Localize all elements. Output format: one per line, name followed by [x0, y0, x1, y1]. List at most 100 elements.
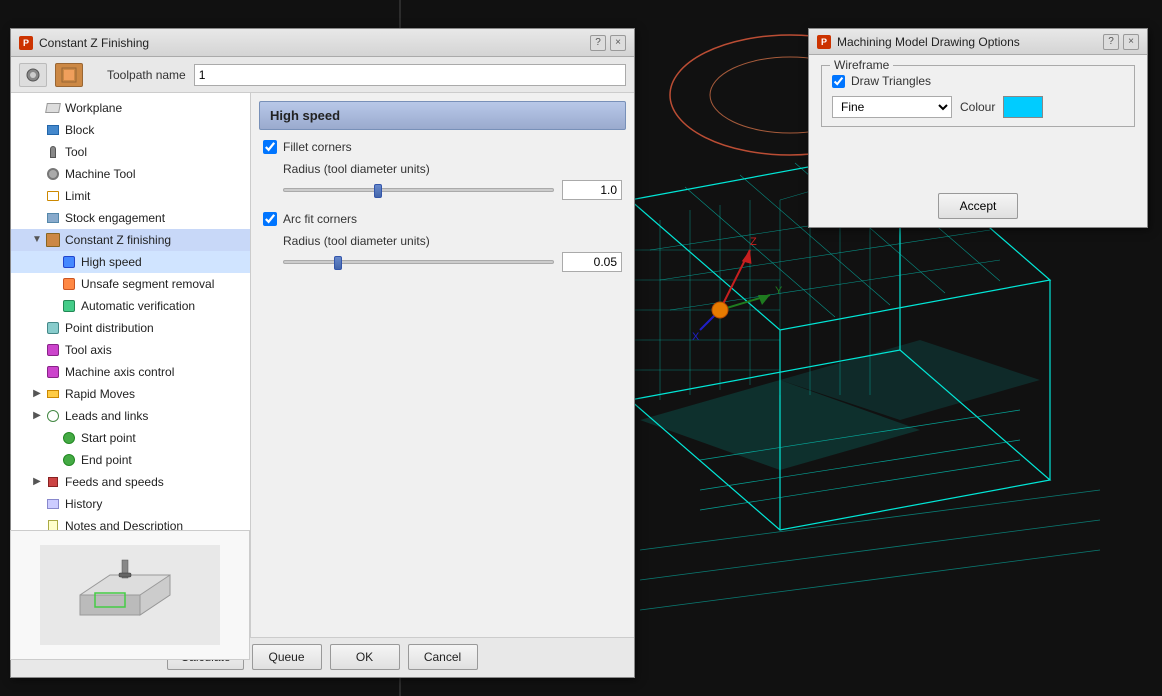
tree-limit[interactable]: Limit	[11, 185, 250, 207]
second-dialog: P Machining Model Drawing Options ? × Wi…	[808, 28, 1148, 228]
fillet-corners-checkbox[interactable]	[263, 140, 277, 154]
tree-label-high-speed: High speed	[81, 253, 142, 271]
colour-swatch[interactable]	[1003, 96, 1043, 118]
tree-label-start-point: Start point	[81, 429, 136, 447]
tree-machine-tool[interactable]: Machine Tool	[11, 163, 250, 185]
second-dialog-title: Machining Model Drawing Options	[837, 35, 1020, 49]
tree-tool-axis[interactable]: Tool axis	[11, 339, 250, 361]
arc-fit-group: Arc fit corners Radius (tool diameter un…	[259, 212, 626, 272]
expand-start-point	[47, 432, 59, 444]
slider-row-1	[263, 180, 622, 200]
tree-feeds[interactable]: ▶ Feeds and speeds	[11, 471, 250, 493]
fillet-corners-row: Fillet corners	[263, 140, 622, 154]
help-button[interactable]: ?	[590, 35, 606, 51]
tree-label-limit: Limit	[65, 187, 90, 205]
tree-label-machine-axis: Machine axis control	[65, 363, 174, 381]
tree-stock[interactable]: Stock engagement	[11, 207, 250, 229]
machine-axis-icon	[45, 365, 61, 379]
tree-block[interactable]: Block	[11, 119, 250, 141]
tree-high-speed[interactable]: High speed	[11, 251, 250, 273]
second-title-buttons: ? ×	[1103, 34, 1139, 50]
radius-slider-1[interactable]	[283, 188, 554, 192]
tree-workplane[interactable]: Workplane	[11, 97, 250, 119]
draw-triangles-label: Draw Triangles	[851, 74, 931, 88]
tree-label-tool: Tool	[65, 143, 87, 161]
auto-verify-icon	[61, 299, 77, 313]
svg-text:Z: Z	[750, 236, 757, 248]
workplane-icon	[45, 101, 61, 115]
title-left: P Constant Z Finishing	[19, 36, 149, 50]
tree-auto-verify[interactable]: Automatic verification	[11, 295, 250, 317]
tree-rapid[interactable]: ▶ Rapid Moves	[11, 383, 250, 405]
fillet-corners-group: Fillet corners Radius (tool diameter uni…	[259, 140, 626, 200]
tree-label-tool-axis: Tool axis	[65, 341, 112, 359]
tree-label-rapid: Rapid Moves	[65, 385, 135, 403]
feeds-icon	[45, 475, 61, 489]
tree-label-history: History	[65, 495, 102, 513]
slider-row-2	[263, 252, 622, 272]
unsafe-icon	[61, 277, 77, 291]
section-header: High speed	[259, 101, 626, 130]
accept-button[interactable]: Accept	[938, 193, 1018, 219]
limit-icon	[45, 189, 61, 203]
expand-tool-axis	[31, 344, 43, 356]
tree-label-constant-z: Constant Z finishing	[65, 231, 171, 249]
expand-leads[interactable]: ▶	[31, 410, 43, 422]
icon-btn-2[interactable]	[55, 63, 83, 87]
fine-select[interactable]: Fine Medium Coarse	[832, 96, 952, 118]
second-title-left: P Machining Model Drawing Options	[817, 35, 1020, 49]
icon-btn-1[interactable]	[19, 63, 47, 87]
wireframe-label: Wireframe	[830, 58, 893, 72]
second-dialog-body: Wireframe Draw Triangles Fine Medium Coa…	[809, 55, 1147, 189]
toolpath-name-input[interactable]	[194, 64, 626, 86]
tree-start-point[interactable]: Start point	[11, 427, 250, 449]
radius-label-2: Radius (tool diameter units)	[263, 234, 622, 248]
rapid-icon	[45, 387, 61, 401]
tree-constant-z[interactable]: ▼ Constant Z finishing	[11, 229, 250, 251]
close-button[interactable]: ×	[610, 35, 626, 51]
tree-unsafe[interactable]: Unsafe segment removal	[11, 273, 250, 295]
tree-history[interactable]: History	[11, 493, 250, 515]
wireframe-group: Wireframe Draw Triangles Fine Medium Coa…	[821, 65, 1135, 127]
toolpath-name-label: Toolpath name	[107, 68, 186, 82]
expand-constant-z[interactable]: ▼	[31, 234, 43, 246]
dialog-toolbar: Toolpath name	[11, 57, 634, 93]
high-speed-icon	[61, 255, 77, 269]
tree-leads[interactable]: ▶ Leads and links	[11, 405, 250, 427]
main-dialog-titlebar: P Constant Z Finishing ? ×	[11, 29, 634, 57]
expand-feeds[interactable]: ▶	[31, 476, 43, 488]
expand-tool	[31, 146, 43, 158]
expand-block	[31, 124, 43, 136]
queue-button[interactable]: Queue	[252, 644, 322, 670]
expand-stock	[31, 212, 43, 224]
cancel-button[interactable]: Cancel	[408, 644, 478, 670]
leads-icon	[45, 409, 61, 423]
expand-machine-axis	[31, 366, 43, 378]
ok-button[interactable]: OK	[330, 644, 400, 670]
tree-tool[interactable]: Tool	[11, 141, 250, 163]
tree-machine-axis[interactable]: Machine axis control	[11, 361, 250, 383]
constant-z-icon	[45, 233, 61, 247]
title-buttons: ? ×	[590, 35, 626, 51]
draw-triangles-checkbox[interactable]	[832, 75, 845, 88]
expand-high-speed	[47, 256, 59, 268]
second-help-button[interactable]: ?	[1103, 34, 1119, 50]
radius-value-2[interactable]	[562, 252, 622, 272]
tree-end-point[interactable]: End point	[11, 449, 250, 471]
expand-history	[31, 498, 43, 510]
expand-auto-verify	[47, 300, 59, 312]
expand-rapid[interactable]: ▶	[31, 388, 43, 400]
tree-point-dist[interactable]: Point distribution	[11, 317, 250, 339]
tree-label-unsafe: Unsafe segment removal	[81, 275, 214, 293]
tree-label-end-point: End point	[81, 451, 132, 469]
tree-label-workplane: Workplane	[65, 99, 122, 117]
history-icon	[45, 497, 61, 511]
radius-label-1: Radius (tool diameter units)	[263, 162, 622, 176]
radius-value-1[interactable]	[562, 180, 622, 200]
second-dialog-titlebar: P Machining Model Drawing Options ? ×	[809, 29, 1147, 55]
arc-fit-checkbox[interactable]	[263, 212, 277, 226]
second-close-button[interactable]: ×	[1123, 34, 1139, 50]
radius-slider-2[interactable]	[283, 260, 554, 264]
expand-point-dist	[31, 322, 43, 334]
end-point-icon	[61, 453, 77, 467]
